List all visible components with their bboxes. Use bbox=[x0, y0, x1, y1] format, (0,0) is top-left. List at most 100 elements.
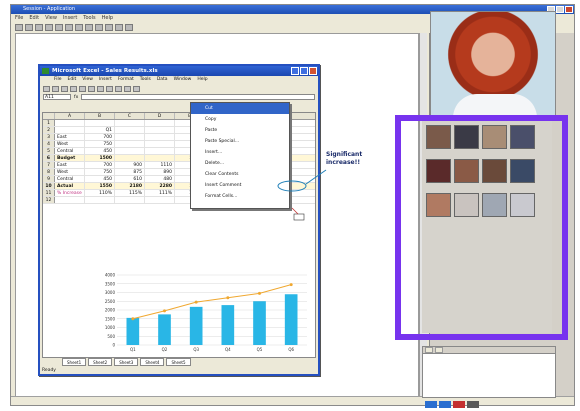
tray-button[interactable] bbox=[439, 401, 451, 408]
redo-icon[interactable] bbox=[95, 23, 103, 31]
cell[interactable] bbox=[145, 155, 175, 161]
column-header[interactable]: A bbox=[55, 113, 85, 119]
cell[interactable]: East bbox=[55, 162, 85, 168]
cell[interactable] bbox=[145, 127, 175, 133]
cell[interactable] bbox=[145, 134, 175, 140]
row-header[interactable]: 6 bbox=[43, 155, 55, 161]
menu-edit[interactable]: Edit bbox=[29, 14, 39, 22]
formula-input[interactable] bbox=[81, 94, 315, 100]
pen-icon[interactable] bbox=[115, 23, 123, 31]
excel-menu-tools[interactable]: Tools bbox=[140, 76, 151, 84]
context-menu-item[interactable]: Cut bbox=[191, 103, 289, 114]
cell[interactable]: 700 bbox=[85, 162, 115, 168]
excel-minimize-button[interactable] bbox=[291, 67, 299, 75]
cell[interactable]: 110% bbox=[85, 190, 115, 196]
cell[interactable]: 450 bbox=[85, 148, 115, 154]
cell[interactable]: Central bbox=[55, 176, 85, 182]
sheet-tab[interactable]: Sheet5 bbox=[166, 358, 191, 366]
menu-insert[interactable]: Insert bbox=[63, 14, 77, 22]
column-header-corner[interactable] bbox=[43, 113, 55, 119]
tray-button[interactable] bbox=[425, 401, 437, 408]
excel-print-icon[interactable] bbox=[70, 85, 77, 92]
cell[interactable] bbox=[115, 141, 145, 147]
cell[interactable] bbox=[145, 148, 175, 154]
row-header[interactable]: 12 bbox=[43, 197, 55, 203]
cell[interactable]: 750 bbox=[85, 141, 115, 147]
chat-tab[interactable] bbox=[425, 347, 433, 353]
menu-file[interactable]: File bbox=[15, 14, 23, 22]
excel-new-icon[interactable] bbox=[43, 85, 50, 92]
cell[interactable] bbox=[55, 197, 85, 203]
print-icon[interactable] bbox=[45, 23, 53, 31]
cell[interactable]: 1550 bbox=[85, 183, 115, 189]
row-header[interactable]: 9 bbox=[43, 176, 55, 182]
excel-menu-help[interactable]: Help bbox=[197, 76, 207, 84]
excel-close-button[interactable] bbox=[309, 67, 317, 75]
row-header[interactable]: 5 bbox=[43, 148, 55, 154]
cell[interactable]: 111% bbox=[145, 190, 175, 196]
sheet-tab[interactable]: Sheet2 bbox=[88, 358, 113, 366]
sheet-tab[interactable]: Sheet3 bbox=[114, 358, 139, 366]
cell[interactable]: Q1 bbox=[85, 127, 115, 133]
cell[interactable] bbox=[145, 197, 175, 203]
tray-button[interactable] bbox=[467, 401, 479, 408]
cell[interactable] bbox=[115, 127, 145, 133]
cell[interactable] bbox=[145, 141, 175, 147]
cell[interactable]: 1110 bbox=[145, 162, 175, 168]
paste-icon[interactable] bbox=[75, 23, 83, 31]
menu-view[interactable]: View bbox=[45, 14, 57, 22]
column-header[interactable]: B bbox=[85, 113, 115, 119]
close-button[interactable] bbox=[565, 6, 573, 13]
cell[interactable] bbox=[55, 127, 85, 133]
embedded-chart[interactable]: 4000 3500 3000 2500 2000 1500 1000 500 0 Q1 Q2 Q3 Q4… bbox=[93, 271, 313, 357]
excel-maximize-button[interactable] bbox=[300, 67, 308, 75]
cell[interactable]: 1500 bbox=[85, 155, 115, 161]
sheet-tab[interactable]: Sheet1 bbox=[62, 358, 87, 366]
excel-menu-format[interactable]: Format bbox=[118, 76, 134, 84]
menu-help[interactable]: Help bbox=[102, 14, 113, 22]
excel-menu-insert[interactable]: Insert bbox=[99, 76, 112, 84]
excel-sum-icon[interactable] bbox=[106, 85, 113, 92]
cell[interactable] bbox=[115, 197, 145, 203]
excel-copy-icon[interactable] bbox=[88, 85, 95, 92]
excel-zoom-icon[interactable] bbox=[133, 85, 140, 92]
cell[interactable]: East bbox=[55, 134, 85, 140]
row-header[interactable]: 4 bbox=[43, 141, 55, 147]
cell[interactable]: Central bbox=[55, 148, 85, 154]
excel-paste-icon[interactable] bbox=[97, 85, 104, 92]
cell[interactable] bbox=[115, 120, 145, 126]
cell[interactable]: 750 bbox=[85, 169, 115, 175]
row-header[interactable]: 1 bbox=[43, 120, 55, 126]
row-header[interactable]: 7 bbox=[43, 162, 55, 168]
cell[interactable] bbox=[145, 120, 175, 126]
new-icon[interactable] bbox=[15, 23, 23, 31]
sheet-tab[interactable]: Sheet4 bbox=[140, 358, 165, 366]
row-header[interactable]: 10 bbox=[43, 183, 55, 189]
menu-tools[interactable]: Tools bbox=[83, 14, 95, 22]
excel-menu-view[interactable]: View bbox=[82, 76, 93, 84]
row-header[interactable]: 8 bbox=[43, 169, 55, 175]
cell[interactable]: Actual bbox=[55, 183, 85, 189]
save-icon[interactable] bbox=[35, 23, 43, 31]
cell[interactable]: 2180 bbox=[115, 183, 145, 189]
context-menu-item[interactable]: Paste Special... bbox=[191, 136, 289, 147]
column-header[interactable]: C bbox=[115, 113, 145, 119]
excel-sort-icon[interactable] bbox=[115, 85, 122, 92]
zoom-icon[interactable] bbox=[105, 23, 113, 31]
excel-menu-edit[interactable]: Edit bbox=[68, 76, 77, 84]
row-header[interactable]: 2 bbox=[43, 127, 55, 133]
cell[interactable]: 875 bbox=[115, 169, 145, 175]
maximize-button[interactable] bbox=[556, 6, 564, 13]
cell[interactable] bbox=[85, 197, 115, 203]
cell[interactable]: 480 bbox=[145, 176, 175, 182]
name-box[interactable]: A11 bbox=[43, 94, 71, 100]
cell[interactable]: West bbox=[55, 169, 85, 175]
copy-icon[interactable] bbox=[65, 23, 73, 31]
column-header[interactable]: D bbox=[145, 113, 175, 119]
context-menu-item[interactable]: Paste bbox=[191, 125, 289, 136]
cut-icon[interactable] bbox=[55, 23, 63, 31]
pointer-icon[interactable] bbox=[125, 23, 133, 31]
cell[interactable]: 115% bbox=[115, 190, 145, 196]
cell[interactable]: % Increase bbox=[55, 190, 85, 196]
undo-icon[interactable] bbox=[85, 23, 93, 31]
